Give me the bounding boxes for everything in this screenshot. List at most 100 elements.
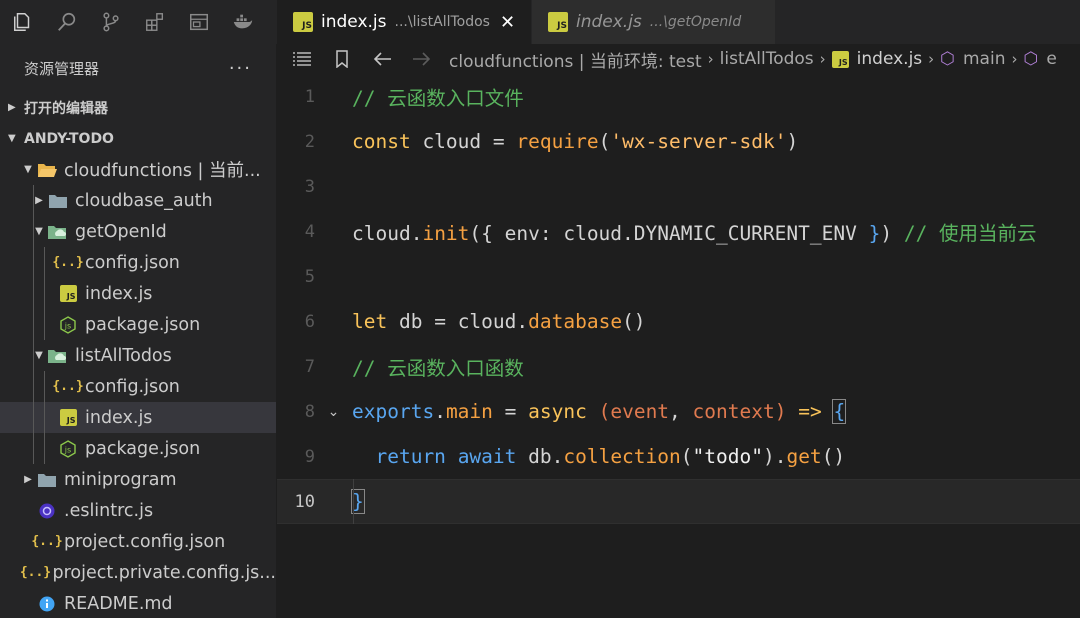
breadcrumb-path[interactable]: cloudfunctions | 当前环境: test (449, 47, 702, 72)
cloud-folder-icon (47, 221, 69, 243)
symbol-method-icon: ⬡ (1023, 49, 1039, 69)
close-icon[interactable]: ✕ (500, 12, 515, 33)
tree-item[interactable]: ▼ cloudfunctions | 当前... (0, 154, 276, 185)
json-file-icon: {..} (52, 255, 84, 270)
json-file-icon: {..} (31, 534, 63, 549)
code-line[interactable]: 1 // 云函数入口文件 (277, 74, 1080, 119)
extensions-icon[interactable] (138, 5, 172, 39)
code-token: "todo" (692, 445, 763, 468)
folder-icon (36, 469, 58, 491)
tree-item[interactable]: JS index.js (0, 402, 276, 433)
chevron-right-icon: › (707, 50, 714, 68)
search-icon[interactable] (50, 5, 84, 39)
code-line[interactable]: 10} (277, 479, 1080, 524)
back-arrow-icon[interactable] (369, 51, 395, 67)
breadcrumb-more[interactable]: e (1046, 49, 1056, 69)
code-token: event (610, 400, 670, 423)
line-number: 3 (304, 176, 315, 197)
tree-item[interactable]: js package.json (0, 433, 276, 464)
tree-item[interactable]: ▼ listAllTodos (0, 340, 276, 371)
tree-item[interactable]: ▼ getOpenId (0, 216, 276, 247)
code-line[interactable]: 3 (277, 164, 1080, 209)
more-actions-icon[interactable]: ··· (229, 58, 252, 79)
tab-index-js-listalltodos[interactable]: JS index.js ...\listAllTodos ✕ (277, 0, 531, 44)
file-tree: ▼ cloudfunctions | 当前... ▶ cloudbase_auth ▼ g… (0, 154, 276, 618)
tree-item[interactable]: js package.json (0, 309, 276, 340)
line-number: 8 (304, 401, 315, 422)
remote-explorer-icon[interactable] (182, 5, 216, 39)
tree-item-label: cloudbase_auth (75, 190, 213, 211)
tab-label: index.js (321, 12, 387, 32)
code-text: // 云函数入口文件 (352, 82, 524, 111)
breadcrumb-file[interactable]: index.js (857, 49, 923, 69)
list-icon[interactable] (289, 51, 315, 67)
tree-item-label: miniprogram (64, 469, 177, 490)
fold-chevron-icon[interactable]: ⌄ (315, 404, 352, 420)
code-token: ). (762, 445, 787, 468)
tree-item[interactable]: {..} project.private.config.js... (0, 557, 276, 588)
symbol-method-icon: ⬡ (940, 49, 955, 69)
docker-icon[interactable] (226, 5, 260, 39)
tree-indent-guide (44, 247, 45, 340)
code-token: cloud (410, 130, 493, 153)
tree-item-label: config.json (85, 376, 180, 397)
tree-item-label: cloudfunctions | 当前... (64, 161, 261, 181)
code-token: () (622, 310, 646, 333)
code-text: cloud.init({ env: cloud.DYNAMIC_CURRENT_… (352, 217, 1037, 246)
json-file-icon: {..} (19, 565, 52, 580)
code-line[interactable]: 7 // 云函数入口函数 (277, 344, 1080, 389)
chevron-down-icon[interactable]: ▼ (20, 164, 36, 175)
eslint-file-icon (36, 500, 58, 522)
line-number: 4 (304, 221, 315, 242)
code-line[interactable]: 9 return await db.collection("todo").get… (277, 434, 1080, 479)
tree-item[interactable]: .eslintrc.js (0, 495, 276, 526)
breadcrumb-folder[interactable]: listAllTodos (720, 49, 814, 69)
code-token: ) (786, 130, 799, 153)
readme-info-icon (36, 593, 58, 615)
code-line[interactable]: 5 (277, 254, 1080, 299)
code-token: // 云函数入口函数 (352, 357, 524, 380)
code-line[interactable]: 2 const cloud = require('wx-server-sdk') (277, 119, 1080, 164)
breadcrumb-symbol[interactable]: main (963, 49, 1005, 69)
tree-item[interactable]: {..} config.json (0, 371, 276, 402)
code-token: main (445, 400, 493, 423)
code-token: init (422, 222, 470, 245)
tree-item-label: project.private.config.js... (52, 562, 276, 583)
tree-item-label: listAllTodos (75, 345, 172, 366)
tree-item[interactable]: {..} config.json (0, 247, 276, 278)
code-token: ( (598, 400, 611, 423)
breadcrumb: cloudfunctions | 当前环境: test › listAllTod… (277, 44, 1080, 74)
code-editor[interactable]: 1 // 云函数入口文件 2 const cloud = require('wx-se… (277, 74, 1080, 618)
js-file-icon: JS (57, 283, 79, 305)
tree-item[interactable]: ▶ miniprogram (0, 464, 276, 495)
code-token: , (669, 400, 693, 423)
bookmark-icon[interactable] (329, 50, 355, 68)
tree-item-label: config.json (85, 252, 180, 273)
line-number: 1 (304, 86, 315, 107)
explorer-icon[interactable] (6, 5, 40, 39)
open-editors-section[interactable]: ▶ 打开的编辑器 (0, 92, 276, 123)
tree-item[interactable]: README.md (0, 588, 276, 618)
tree-item[interactable]: {..} project.config.json (0, 526, 276, 557)
tree-item-label: getOpenId (75, 221, 167, 242)
chevron-right-icon[interactable]: ▶ (20, 474, 36, 485)
tab-index-js-getopenid[interactable]: JS index.js ...\getOpenId (531, 0, 775, 44)
source-control-icon[interactable] (94, 5, 128, 39)
code-line[interactable]: 4 cloud.init({ env: cloud.DYNAMIC_CURRENT… (277, 209, 1080, 254)
code-token: () (821, 445, 846, 468)
code-token: exports (352, 400, 435, 423)
project-section[interactable]: ▼ ANDY-TODO (0, 123, 276, 154)
chevron-down-icon: ▼ (8, 133, 16, 144)
tree-item[interactable]: JS index.js (0, 278, 276, 309)
tree-item[interactable]: ▶ cloudbase_auth (0, 185, 276, 216)
section-label: ANDY-TODO (24, 130, 114, 147)
code-token: = (492, 130, 505, 153)
code-line[interactable]: 6 let db = cloud.database() (277, 299, 1080, 344)
code-token: ( (680, 445, 693, 468)
code-line[interactable]: 8 ⌄ exports.main = async (event, context) … (277, 389, 1080, 434)
forward-arrow-icon[interactable] (409, 51, 435, 67)
tree-item-label: index.js (85, 283, 153, 304)
code-token: ({ env: cloud.DYNAMIC_CURRENT_ENV (469, 222, 869, 245)
